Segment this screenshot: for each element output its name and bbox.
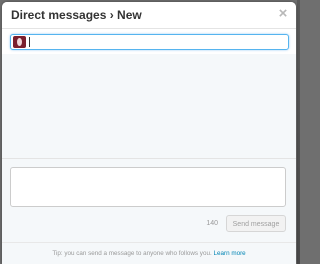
close-icon[interactable]: × [276, 6, 290, 22]
character-counter: 140 [206, 220, 218, 227]
recipient-field[interactable] [10, 34, 289, 50]
recipient-input[interactable] [31, 35, 281, 49]
learn-more-link[interactable]: Learn more [213, 250, 245, 257]
dialog-title: Direct messages › New [11, 8, 142, 22]
send-message-button[interactable]: Send message [226, 215, 286, 232]
dialog-header: Direct messages › New × [2, 2, 296, 29]
avatar-figure [17, 38, 22, 46]
text-caret [29, 37, 30, 47]
avatar [13, 36, 26, 48]
conversation-area [2, 54, 296, 159]
message-textarea[interactable] [10, 167, 286, 207]
tip-text: Tip: you can send a message to anyone wh… [52, 250, 212, 257]
page-backdrop [297, 0, 300, 264]
compose-section: 140 Send message [2, 159, 296, 242]
tip-line: Tip: you can send a message to anyone wh… [2, 250, 296, 257]
dialog-footer: Tip: you can send a message to anyone wh… [2, 242, 296, 264]
new-direct-message-dialog: Direct messages › New × 140 Send message… [2, 2, 296, 264]
